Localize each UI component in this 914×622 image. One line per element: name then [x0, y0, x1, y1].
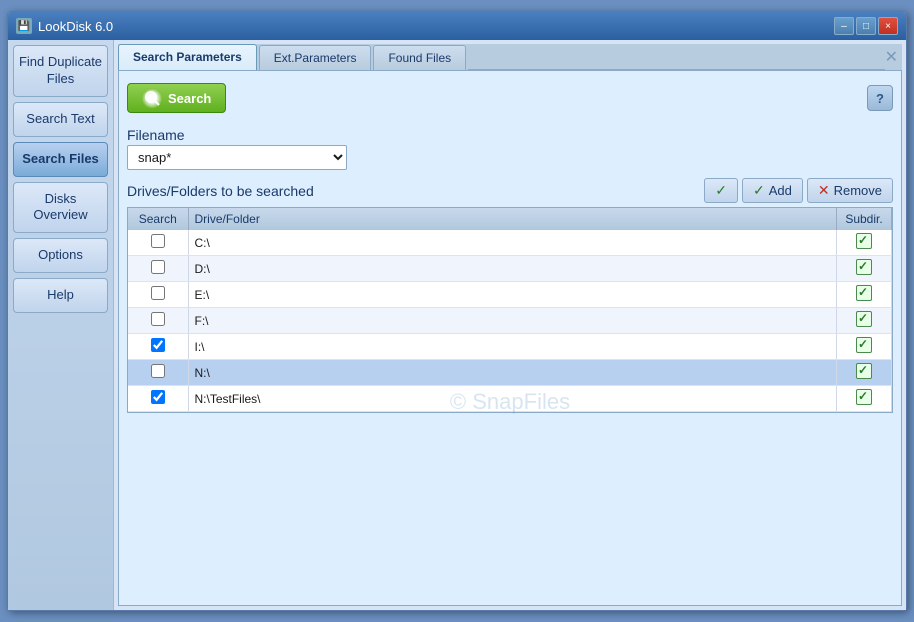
- add-button-label: Add: [769, 183, 792, 198]
- drives-actions: ✓ ✓ Add ✕ Remove: [704, 178, 893, 203]
- col-header-search: Search: [128, 208, 188, 230]
- subdir-checkbox[interactable]: [856, 389, 872, 405]
- search-cell: [128, 256, 188, 282]
- subdir-cell: [837, 386, 892, 412]
- subdir-cell: [837, 360, 892, 386]
- table-row: F:\: [128, 308, 892, 334]
- search-cell: [128, 282, 188, 308]
- title-controls: – □ ×: [834, 17, 898, 35]
- app-window: 💾 LookDisk 6.0 – □ × Find Duplicate File…: [7, 11, 907, 611]
- sidebar-item-search-files[interactable]: Search Files: [13, 142, 108, 177]
- sidebar-item-search-text[interactable]: Search Text: [13, 102, 108, 137]
- subdir-checkbox[interactable]: [856, 285, 872, 301]
- search-button[interactable]: Search: [127, 83, 226, 113]
- search-checkbox[interactable]: [151, 312, 165, 326]
- sidebar-item-find-duplicate[interactable]: Find Duplicate Files: [13, 45, 108, 97]
- remove-button[interactable]: ✕ Remove: [807, 178, 893, 203]
- subdir-checkbox[interactable]: [856, 311, 872, 327]
- main-content: Find Duplicate Files Search Text Search …: [8, 40, 906, 610]
- tab-close-icon[interactable]: ✕: [885, 47, 898, 67]
- path-cell: C:\: [188, 230, 837, 256]
- search-checkbox[interactable]: [151, 234, 165, 248]
- subdir-checkbox[interactable]: [856, 259, 872, 275]
- add-check-icon: ✓: [753, 182, 765, 199]
- search-cell: [128, 360, 188, 386]
- title-bar: 💾 LookDisk 6.0 – □ ×: [8, 12, 906, 40]
- filename-label: Filename: [127, 125, 893, 145]
- remove-icon: ✕: [818, 182, 830, 199]
- toolbar: Search ?: [127, 79, 893, 117]
- tab-search-parameters[interactable]: Search Parameters: [118, 44, 257, 70]
- drives-data-table: Search Drive/Folder Subdir. C:\D:\E:\F:\…: [128, 208, 892, 412]
- subdir-cell: [837, 256, 892, 282]
- minimize-button[interactable]: –: [834, 17, 854, 35]
- path-cell: E:\: [188, 282, 837, 308]
- table-row: N:\: [128, 360, 892, 386]
- path-cell: F:\: [188, 308, 837, 334]
- drives-header-row: Drives/Folders to be searched ✓ ✓ Add ✕: [127, 178, 893, 203]
- drives-table: Search Drive/Folder Subdir. C:\D:\E:\F:\…: [127, 207, 893, 413]
- path-cell: N:\TestFiles\: [188, 386, 837, 412]
- close-button[interactable]: ×: [878, 17, 898, 35]
- table-row: D:\: [128, 256, 892, 282]
- drives-section: Drives/Folders to be searched ✓ ✓ Add ✕: [127, 178, 893, 597]
- tab-bar: Search Parameters Ext.Parameters Found F…: [118, 44, 902, 71]
- sidebar-item-disks-overview[interactable]: Disks Overview: [13, 182, 108, 234]
- col-header-drive: Drive/Folder: [188, 208, 837, 230]
- search-cell: [128, 334, 188, 360]
- tab-bar-fill: [468, 44, 884, 70]
- search-checkbox[interactable]: [151, 260, 165, 274]
- tab-found-files[interactable]: Found Files: [373, 45, 466, 70]
- table-header-row: Search Drive/Folder Subdir.: [128, 208, 892, 230]
- search-cell: [128, 230, 188, 256]
- path-cell: D:\: [188, 256, 837, 282]
- subdir-cell: [837, 308, 892, 334]
- drives-label: Drives/Folders to be searched: [127, 181, 314, 201]
- search-checkbox[interactable]: [151, 286, 165, 300]
- col-header-subdir: Subdir.: [837, 208, 892, 230]
- path-cell: I:\: [188, 334, 837, 360]
- table-row: N:\TestFiles\: [128, 386, 892, 412]
- subdir-checkbox[interactable]: [856, 363, 872, 379]
- window-title: LookDisk 6.0: [38, 19, 113, 34]
- search-button-label: Search: [168, 91, 211, 106]
- tab-content: Search ? Filename snap*: [118, 71, 902, 606]
- search-cell: [128, 386, 188, 412]
- tab-ext-parameters[interactable]: Ext.Parameters: [259, 45, 372, 70]
- search-button-icon: [142, 88, 162, 108]
- help-button[interactable]: ?: [867, 85, 893, 111]
- table-row: E:\: [128, 282, 892, 308]
- sidebar-item-help[interactable]: Help: [13, 278, 108, 313]
- add-button[interactable]: ✓ Add: [742, 178, 803, 203]
- filename-input-row: snap*: [127, 145, 893, 170]
- content-area: Search Parameters Ext.Parameters Found F…: [114, 40, 906, 610]
- maximize-button[interactable]: □: [856, 17, 876, 35]
- search-checkbox[interactable]: [151, 390, 165, 404]
- table-row: I:\: [128, 334, 892, 360]
- check-icon: ✓: [715, 182, 727, 199]
- subdir-cell: [837, 334, 892, 360]
- drives-table-wrapper: Search Drive/Folder Subdir. C:\D:\E:\F:\…: [127, 207, 893, 597]
- sidebar-item-options[interactable]: Options: [13, 238, 108, 273]
- check-all-button[interactable]: ✓: [704, 178, 738, 203]
- subdir-checkbox[interactable]: [856, 233, 872, 249]
- sidebar: Find Duplicate Files Search Text Search …: [8, 40, 114, 610]
- path-cell: N:\: [188, 360, 837, 386]
- filename-select[interactable]: snap*: [127, 145, 347, 170]
- search-checkbox[interactable]: [151, 338, 165, 352]
- subdir-cell: [837, 230, 892, 256]
- filename-section: Filename snap*: [127, 125, 893, 170]
- table-row: C:\: [128, 230, 892, 256]
- search-checkbox[interactable]: [151, 364, 165, 378]
- subdir-checkbox[interactable]: [856, 337, 872, 353]
- app-icon: 💾: [16, 18, 32, 34]
- remove-button-label: Remove: [834, 183, 882, 198]
- title-bar-left: 💾 LookDisk 6.0: [16, 18, 113, 34]
- search-cell: [128, 308, 188, 334]
- subdir-cell: [837, 282, 892, 308]
